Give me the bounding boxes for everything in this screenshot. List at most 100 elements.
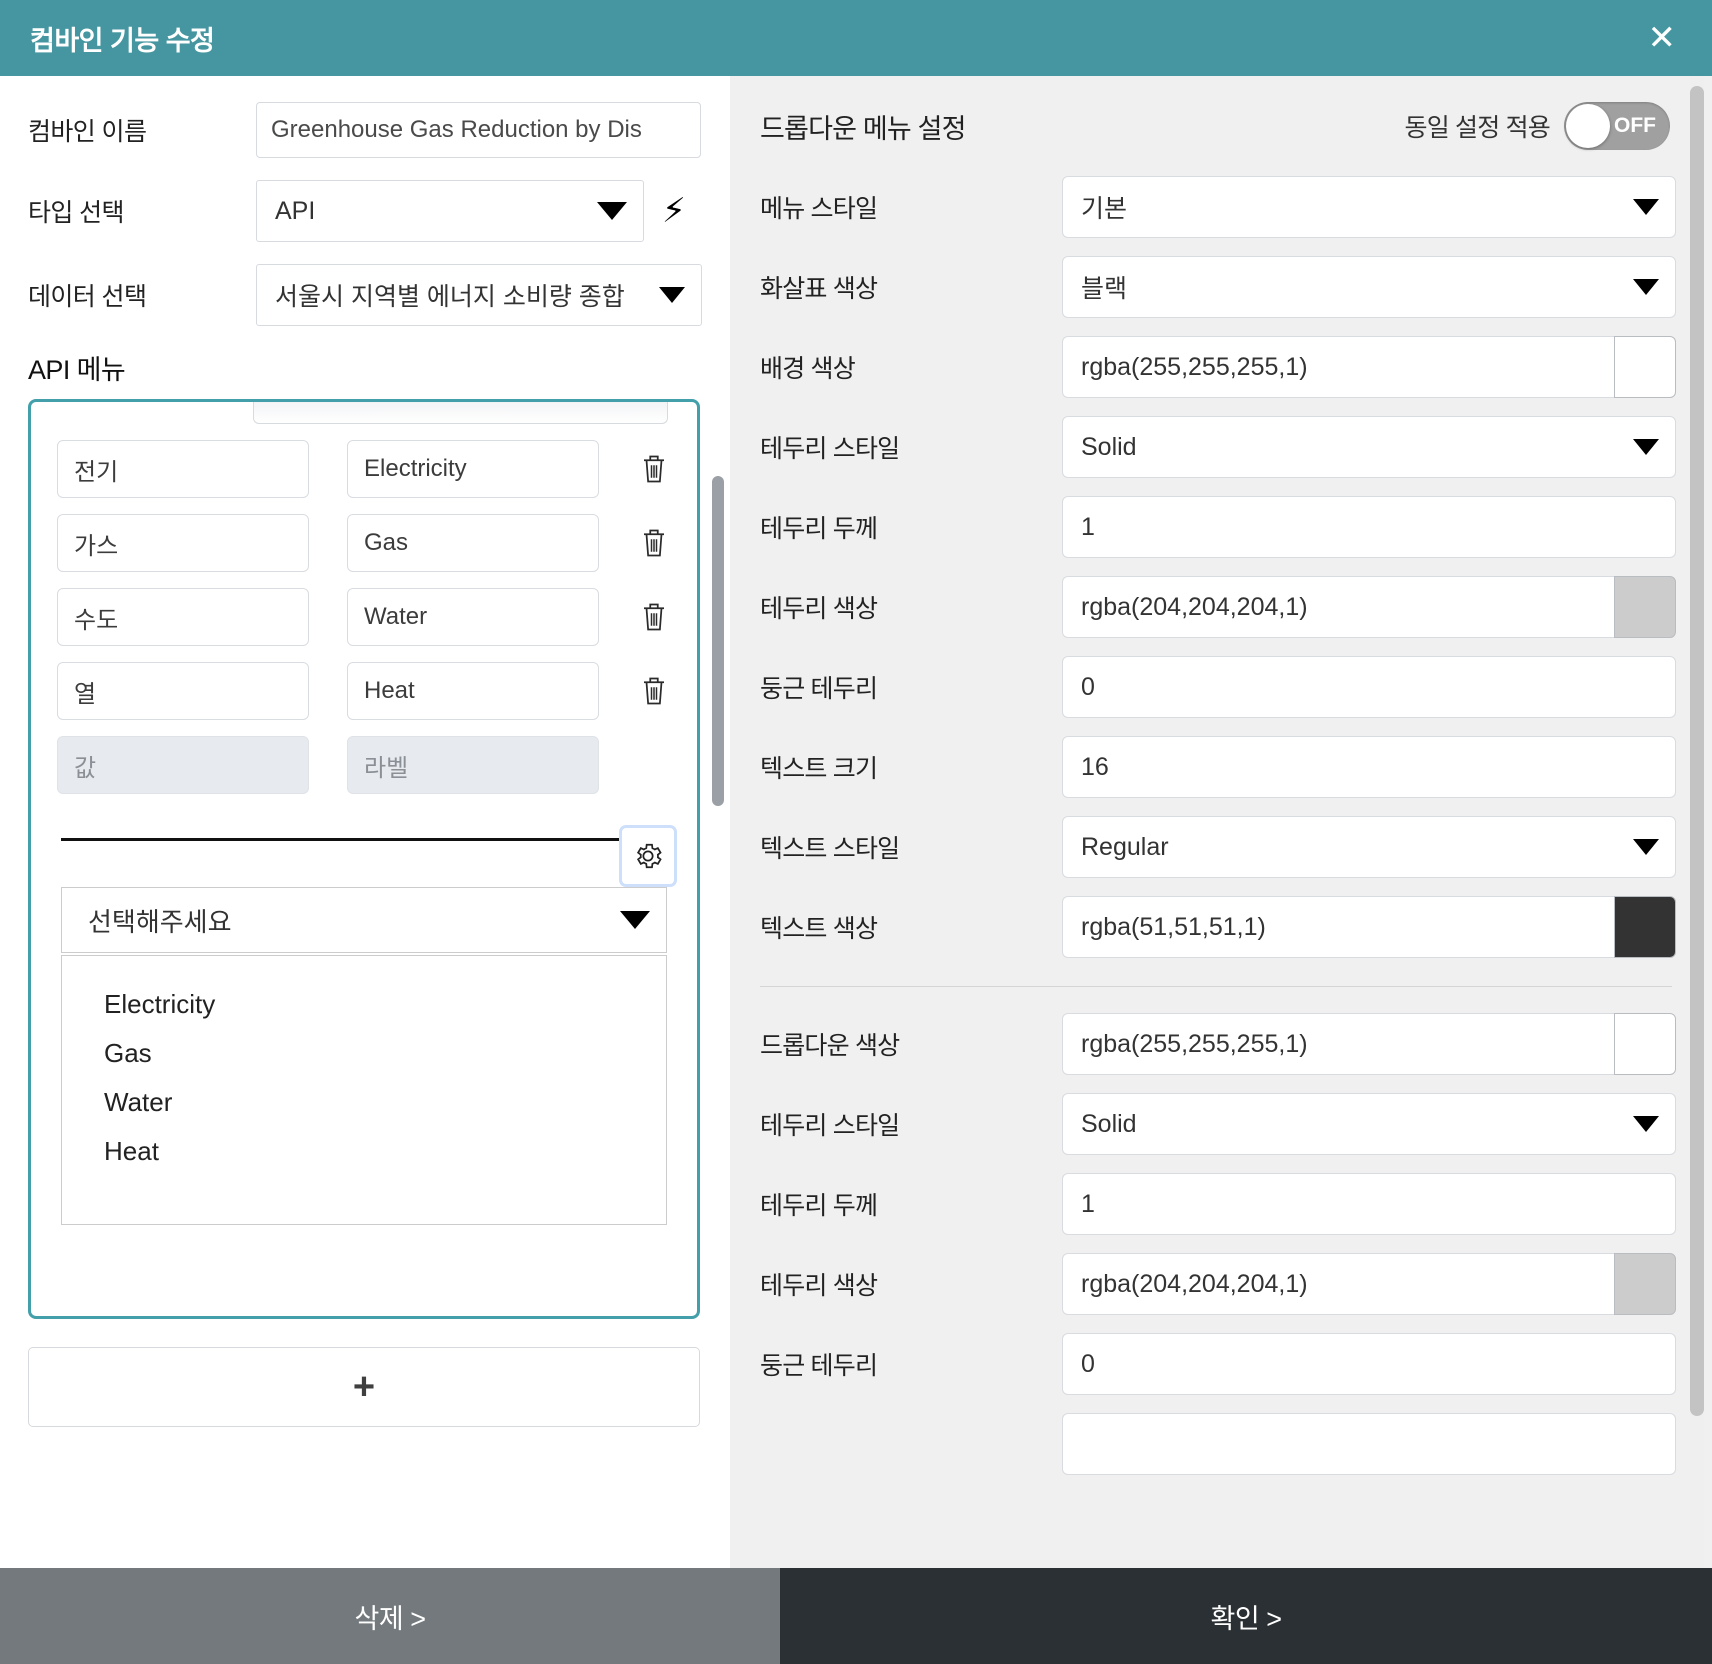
table-row: 열 Heat bbox=[57, 662, 671, 720]
menu-style-select[interactable]: 기본 bbox=[1062, 176, 1676, 238]
trash-icon[interactable] bbox=[637, 600, 671, 634]
row-label-input[interactable]: Water bbox=[347, 588, 599, 646]
gear-icon[interactable] bbox=[619, 825, 677, 887]
list-item[interactable]: Electricity bbox=[62, 980, 666, 1029]
dropdown-border-color-input[interactable]: rgba(204,204,204,1) bbox=[1062, 1253, 1614, 1315]
list-item[interactable]: Gas bbox=[62, 1029, 666, 1078]
setting-field: rgba(255,255,255,1) bbox=[1062, 336, 1676, 398]
list-item[interactable]: Heat bbox=[62, 1127, 666, 1176]
setting-row-border-style: 테두리 스타일 Solid bbox=[760, 416, 1676, 478]
new-row: 값 라벨 bbox=[57, 736, 671, 794]
right-scrollbar[interactable] bbox=[1690, 86, 1704, 1416]
chevron-down-icon bbox=[1633, 839, 1659, 855]
preview-dropdown-value: 선택해주세요 bbox=[88, 906, 232, 937]
setting-row-border-radius: 둥근 테두리 0 bbox=[760, 656, 1676, 718]
setting-field: Solid bbox=[1062, 416, 1676, 478]
type-select[interactable]: API bbox=[256, 180, 644, 242]
setting-row-dropdown-border-color: 테두리 색상 rgba(204,204,204,1) bbox=[760, 1253, 1676, 1315]
left-scrollbar[interactable] bbox=[712, 476, 724, 806]
preview-dropdown[interactable]: 선택해주세요 bbox=[61, 887, 667, 953]
api-menu-title: API 메뉴 bbox=[28, 355, 126, 385]
setting-field: rgba(255,255,255,1) bbox=[1062, 1013, 1676, 1075]
setting-row-border-width: 테두리 두께 1 bbox=[760, 496, 1676, 558]
text-color-input[interactable]: rgba(51,51,51,1) bbox=[1062, 896, 1614, 958]
dropdown-border-width-input[interactable]: 1 bbox=[1062, 1173, 1676, 1235]
row-label-input[interactable]: Gas bbox=[347, 514, 599, 572]
row-value-input[interactable]: 가스 bbox=[57, 514, 309, 572]
chevron-down-icon bbox=[597, 202, 627, 220]
setting-label: 드롭다운 색상 bbox=[760, 1032, 900, 1060]
setting-row-dropdown-color: 드롭다운 색상 rgba(255,255,255,1) bbox=[760, 1013, 1676, 1075]
setting-row-dropdown-border-radius: 둥근 테두리 0 bbox=[760, 1333, 1676, 1395]
partial-field-above bbox=[253, 402, 668, 424]
combine-name-label: 컴바인 이름 bbox=[28, 118, 147, 146]
row-label-input[interactable]: Electricity bbox=[347, 440, 599, 498]
trash-icon[interactable] bbox=[637, 452, 671, 486]
setting-field: rgba(204,204,204,1) bbox=[1062, 1253, 1676, 1315]
row-label-input[interactable]: Heat bbox=[347, 662, 599, 720]
trash-icon[interactable] bbox=[637, 674, 671, 708]
setting-field: rgba(51,51,51,1) bbox=[1062, 896, 1676, 958]
confirm-button[interactable]: 확인 > bbox=[780, 1568, 1712, 1664]
setting-field: 1 bbox=[1062, 1173, 1676, 1235]
row-value-input[interactable]: 수도 bbox=[57, 588, 309, 646]
border-color-swatch[interactable] bbox=[1614, 576, 1676, 638]
dropdown-color-input[interactable]: rgba(255,255,255,1) bbox=[1062, 1013, 1614, 1075]
dropdown-border-radius-input[interactable]: 0 bbox=[1062, 1333, 1676, 1395]
setting-row-arrow-color: 화살표 색상 블랙 bbox=[760, 256, 1676, 318]
setting-field: 0 bbox=[1062, 1333, 1676, 1395]
setting-field bbox=[1062, 1413, 1676, 1475]
dropdown-border-color-swatch[interactable] bbox=[1614, 1253, 1676, 1315]
combine-edit-modal: 컴바인 기능 수정 ✕ 컴바인 이름 Greenhouse Gas Reduct… bbox=[0, 0, 1712, 1664]
new-value-input[interactable]: 값 bbox=[57, 736, 309, 794]
border-radius-input[interactable]: 0 bbox=[1062, 656, 1676, 718]
apply-same-settings-group: 동일 설정 적용 OFF bbox=[1404, 102, 1670, 150]
modal-footer: 삭제 > 확인 > bbox=[0, 1568, 1712, 1664]
background-color-swatch[interactable] bbox=[1614, 336, 1676, 398]
border-width-input[interactable]: 1 bbox=[1062, 496, 1676, 558]
setting-field: rgba(204,204,204,1) bbox=[1062, 576, 1676, 638]
text-style-select[interactable]: Regular bbox=[1062, 816, 1676, 878]
right-panel: 드롭다운 메뉴 설정 동일 설정 적용 OFF 메뉴 스타일 기본 화살표 색상… bbox=[730, 76, 1712, 1568]
setting-label: 텍스트 스타일 bbox=[760, 835, 900, 863]
dropdown-color-swatch[interactable] bbox=[1614, 1013, 1676, 1075]
row-value-input[interactable]: 열 bbox=[57, 662, 309, 720]
lightning-bolt-icon[interactable]: ⚡ bbox=[662, 194, 686, 228]
setting-row-dropdown-border-width: 테두리 두께 1 bbox=[760, 1173, 1676, 1235]
setting-field: 1 bbox=[1062, 496, 1676, 558]
apply-same-settings-label: 동일 설정 적용 bbox=[1404, 114, 1551, 142]
setting-row-text-color: 텍스트 색상 rgba(51,51,51,1) bbox=[760, 896, 1676, 958]
delete-button[interactable]: 삭제 > bbox=[0, 1568, 780, 1664]
list-item[interactable]: Water bbox=[62, 1078, 666, 1127]
arrow-color-select[interactable]: 블랙 bbox=[1062, 256, 1676, 318]
border-style-select[interactable]: Solid bbox=[1062, 416, 1676, 478]
add-row-button[interactable]: + bbox=[28, 1347, 700, 1427]
row-value-input[interactable]: 전기 bbox=[57, 440, 309, 498]
setting-value: Solid bbox=[1081, 432, 1137, 461]
border-color-input[interactable]: rgba(204,204,204,1) bbox=[1062, 576, 1614, 638]
dropdown-border-style-select[interactable]: Solid bbox=[1062, 1093, 1676, 1155]
setting-row-text-size: 텍스트 크기 16 bbox=[760, 736, 1676, 798]
partial-input[interactable] bbox=[1062, 1413, 1676, 1475]
close-icon[interactable]: ✕ bbox=[1640, 17, 1685, 59]
text-color-swatch[interactable] bbox=[1614, 896, 1676, 958]
chevron-down-icon bbox=[1633, 199, 1659, 215]
combine-name-input[interactable]: Greenhouse Gas Reduction by Dis bbox=[256, 102, 701, 158]
background-color-input[interactable]: rgba(255,255,255,1) bbox=[1062, 336, 1614, 398]
apply-same-settings-toggle[interactable]: OFF bbox=[1564, 102, 1670, 150]
chevron-down-icon bbox=[620, 911, 650, 929]
trash-icon[interactable] bbox=[637, 526, 671, 560]
setting-label: 텍스트 색상 bbox=[760, 915, 878, 943]
toggle-knob bbox=[1566, 104, 1610, 148]
setting-label: 텍스트 크기 bbox=[760, 755, 878, 783]
setting-label: 테두리 색상 bbox=[760, 1272, 878, 1300]
chevron-down-icon bbox=[1633, 439, 1659, 455]
text-size-input[interactable]: 16 bbox=[1062, 736, 1676, 798]
setting-label: 테두리 스타일 bbox=[760, 1112, 900, 1140]
data-select-value: 서울시 지역별 에너지 소비량 종합 bbox=[275, 283, 625, 311]
data-select[interactable]: 서울시 지역별 에너지 소비량 종합 bbox=[256, 264, 702, 326]
new-label-input[interactable]: 라벨 bbox=[347, 736, 599, 794]
setting-row-border-color: 테두리 색상 rgba(204,204,204,1) bbox=[760, 576, 1676, 638]
setting-label: 배경 색상 bbox=[760, 355, 856, 383]
setting-label: 둥근 테두리 bbox=[760, 675, 878, 703]
